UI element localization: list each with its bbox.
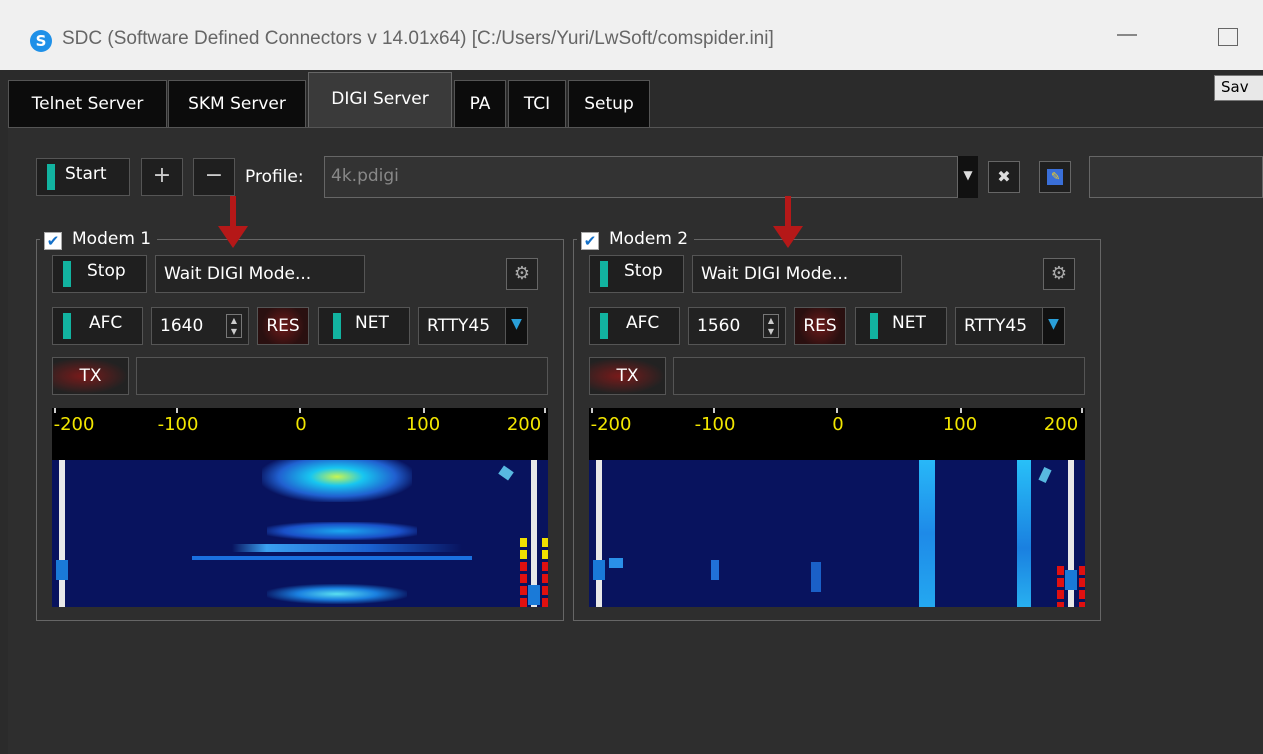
modem-1-label: Modem 1 <box>72 229 152 249</box>
tab-setup[interactable]: Setup <box>568 80 650 127</box>
net-led-icon <box>870 313 878 339</box>
modem-1-title: ✔ Modem 1 <box>40 229 158 250</box>
scale-tick-label: 0 <box>832 414 844 435</box>
modem-1-frequency-scale: -200 -100 0 100 200 <box>52 408 548 460</box>
stop-led-icon <box>600 261 608 287</box>
left-slider-handle[interactable] <box>56 560 68 580</box>
profile-label: Profile: <box>245 167 304 187</box>
scale-tick-label: -100 <box>694 414 736 435</box>
profile-select[interactable]: 4k.pdigi <box>324 156 978 198</box>
modem-1-waterfall[interactable] <box>52 460 548 607</box>
modem-2-settings-button[interactable]: ⚙ <box>1043 258 1075 290</box>
scale-tick-label: 100 <box>942 414 978 435</box>
modem-2-frequency-stepper[interactable]: 1560 ▲ ▼ <box>688 307 786 345</box>
remove-profile-button[interactable]: − <box>193 158 235 196</box>
scale-tick-label: 200 <box>506 414 542 435</box>
tab-tci[interactable]: TCI <box>508 80 566 127</box>
start-led-icon <box>47 164 55 190</box>
net-label: NET <box>892 313 926 333</box>
gear-icon: ⚙ <box>513 263 531 284</box>
level-meter-right <box>1079 566 1085 607</box>
tab-digi-server[interactable]: DIGI Server <box>308 72 452 127</box>
afc-label: AFC <box>626 313 660 333</box>
frequency-value: 1560 <box>697 316 741 336</box>
modem-1-mode-select[interactable]: RTTY45 ▼ <box>418 307 528 345</box>
mode-value: RTTY45 <box>964 316 1028 336</box>
modem-1-tx-button[interactable]: TX <box>52 357 129 395</box>
window-title: SDC (Software Defined Connectors v 14.01… <box>62 28 774 49</box>
scale-tick-label: 200 <box>1043 414 1079 435</box>
modem-2-label: Modem 2 <box>609 229 689 249</box>
net-label: NET <box>355 313 389 333</box>
scale-tick-label: -100 <box>157 414 199 435</box>
modem-2-checkbox[interactable]: ✔ <box>581 232 599 250</box>
modem-2-res-button[interactable]: RES <box>794 307 846 345</box>
modem-2-title: ✔ Modem 2 <box>577 229 695 250</box>
modem-1-net-button[interactable]: NET <box>318 307 410 345</box>
modem-2-mode-select[interactable]: RTTY45 ▼ <box>955 307 1065 345</box>
modem-1-settings-button[interactable]: ⚙ <box>506 258 538 290</box>
scale-tick-label: 0 <box>295 414 307 435</box>
minimize-icon[interactable] <box>1117 34 1137 36</box>
modem-1-frequency-stepper[interactable]: 1640 ▲ ▼ <box>151 307 249 345</box>
modem-1-status: Wait DIGI Mode... <box>155 255 365 293</box>
modem-1-stop-button[interactable]: Stop <box>52 255 147 293</box>
modem-1-tx-input[interactable] <box>136 357 548 395</box>
gear-icon: ⚙ <box>1050 263 1068 284</box>
stop-label: Stop <box>87 261 126 281</box>
level-meter-left <box>1057 566 1064 607</box>
modem-2-status: Wait DIGI Mode... <box>692 255 902 293</box>
net-led-icon <box>333 313 341 339</box>
frequency-value: 1640 <box>160 316 204 336</box>
stop-label: Stop <box>624 261 663 281</box>
afc-led-icon <box>600 313 608 339</box>
title-bar: S SDC (Software Defined Connectors v 14.… <box>0 0 1263 70</box>
save-button[interactable]: Sav <box>1214 75 1263 101</box>
modem-2-tx-button[interactable]: TX <box>589 357 666 395</box>
modem-2-net-button[interactable]: NET <box>855 307 947 345</box>
afc-label: AFC <box>89 313 123 333</box>
scale-tick-label: -200 <box>53 414 95 435</box>
modem-2-frequency-scale: -200 -100 0 100 200 <box>589 408 1085 460</box>
stop-led-icon <box>63 261 71 287</box>
modem-2-afc-button[interactable]: AFC <box>589 307 680 345</box>
modem-2-tx-input[interactable] <box>673 357 1085 395</box>
x-icon: ✖ <box>997 167 1011 186</box>
tab-telnet-server[interactable]: Telnet Server <box>8 80 167 127</box>
add-profile-button[interactable]: + <box>141 158 183 196</box>
mode-value: RTTY45 <box>427 316 491 336</box>
profile-dropdown-icon[interactable]: ▼ <box>957 156 978 198</box>
mode-dropdown-icon[interactable]: ▼ <box>505 308 527 344</box>
start-label: Start <box>65 164 107 184</box>
left-level-slider[interactable] <box>59 460 65 607</box>
app-logo-icon: S <box>30 30 52 52</box>
spin-arrows-icon[interactable]: ▲ ▼ <box>226 314 242 338</box>
modem-2-waterfall[interactable] <box>589 460 1085 607</box>
start-button[interactable]: Start <box>36 158 130 196</box>
edit-profile-button[interactable]: ✎ <box>1039 161 1071 193</box>
afc-led-icon <box>63 313 71 339</box>
scale-tick-label: 100 <box>405 414 441 435</box>
modem-1-res-button[interactable]: RES <box>257 307 309 345</box>
scale-tick-label: -200 <box>590 414 632 435</box>
right-slider-handle[interactable] <box>528 585 540 605</box>
extra-input[interactable] <box>1089 156 1263 198</box>
modem-1-checkbox[interactable]: ✔ <box>44 232 62 250</box>
left-level-slider[interactable] <box>596 460 602 607</box>
right-slider-handle[interactable] <box>1065 570 1077 590</box>
left-slider-handle[interactable] <box>593 560 605 580</box>
edit-icon: ✎ <box>1047 169 1063 185</box>
tab-skm-server[interactable]: SKM Server <box>168 80 306 127</box>
delete-profile-button[interactable]: ✖ <box>988 161 1020 193</box>
maximize-icon[interactable] <box>1218 28 1238 46</box>
modem-1-afc-button[interactable]: AFC <box>52 307 143 345</box>
tab-pa[interactable]: PA <box>454 80 506 127</box>
mode-dropdown-icon[interactable]: ▼ <box>1042 308 1064 344</box>
tab-bar: Telnet Server SKM Server DIGI Server PA … <box>0 70 1263 127</box>
spin-arrows-icon[interactable]: ▲ ▼ <box>763 314 779 338</box>
modem-2-stop-button[interactable]: Stop <box>589 255 684 293</box>
